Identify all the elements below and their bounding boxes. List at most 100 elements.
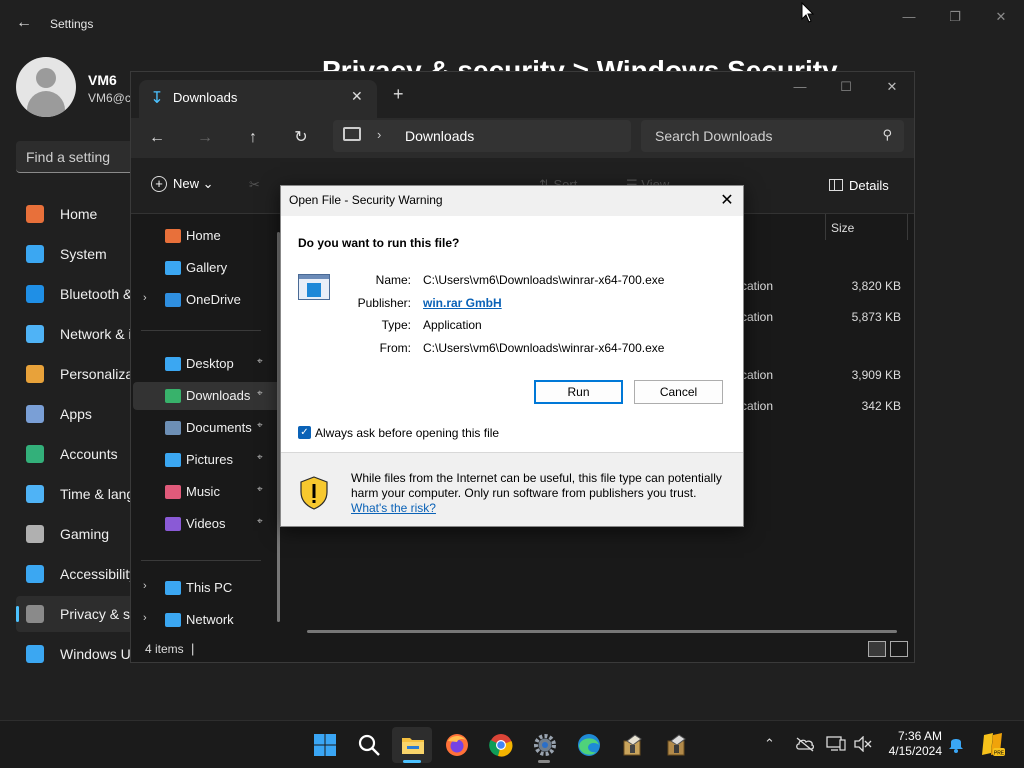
avatar[interactable] [16,57,76,117]
pc-icon [165,581,181,595]
winrar-button[interactable] [612,727,652,763]
up-arrow-icon[interactable]: ↑ [240,126,266,150]
nav-item[interactable]: › Network [133,606,281,634]
nav-item[interactable]: Videos ⌖ [133,510,281,538]
forward-arrow-icon[interactable]: → [192,126,218,150]
tab-downloads[interactable]: ↧ Downloads ✕ [139,80,377,118]
sidebar-item[interactable]: Home [16,196,136,232]
publisher-link[interactable]: win.rar GmbH [423,296,502,310]
start-button[interactable] [304,727,344,763]
pin-icon: ⌖ [257,516,263,527]
file-size-cell: 5,873 KB [851,310,901,324]
horizontal-scrollbar[interactable] [307,630,897,633]
new-button[interactable]: + New ⌄ [151,176,214,192]
sidebar-item[interactable]: Network & internet [16,316,175,352]
volume-muted-icon[interactable] [854,736,872,752]
nav-item[interactable]: Gallery [133,254,281,282]
status-separator: | [191,641,195,656]
sidebar-item[interactable]: Privacy & security [16,596,171,632]
nav-item-label: Videos [186,516,226,531]
chrome-icon [489,734,513,757]
column-header-size[interactable]: Size [831,221,854,235]
nav-item[interactable]: Music ⌖ [133,478,281,506]
nav-item[interactable]: Downloads ⌖ [133,382,281,410]
maximize-icon[interactable]: ❐ [932,8,978,26]
brush-icon [26,365,44,383]
chevron-up-icon[interactable]: ⌃ [764,736,775,752]
file-explorer-button[interactable] [392,727,432,763]
back-arrow-icon[interactable]: ← [144,126,170,150]
file-type-cell: cation [741,310,774,324]
sidebar-item[interactable]: Bluetooth & devices [16,276,184,312]
new-tab-icon[interactable]: + [393,84,404,105]
close-tab-icon[interactable]: ✕ [351,88,363,105]
details-view-icon[interactable] [868,641,886,657]
expand-chevron-icon[interactable]: › [143,612,147,624]
chevron-right-icon[interactable]: › [377,127,381,142]
nav-item[interactable]: Home [133,222,281,250]
file-size-cell: 3,909 KB [851,368,901,382]
wifi-icon [26,325,44,343]
videos-icon [165,517,181,531]
sidebar-item-label: Accessibility [60,566,137,582]
find-setting-input[interactable]: Find a setting [16,141,136,173]
desktop-icon [165,357,181,371]
sidebar-item[interactable]: Accounts [16,436,136,472]
winrar-installer-button[interactable] [656,727,696,763]
whats-the-risk-link[interactable]: What's the risk? [351,501,436,515]
always-ask-label[interactable]: Always ask before opening this file [315,426,499,440]
settings-button[interactable] [524,727,564,763]
run-button[interactable]: Run [534,380,623,404]
always-ask-checkbox[interactable]: ✓ [298,426,311,439]
nav-item[interactable]: Documents ⌖ [133,414,281,442]
settings-icon [534,734,556,756]
cut-icon[interactable]: ✂ [249,177,260,193]
sidebar-item[interactable]: Apps [16,396,136,432]
sidebar-item[interactable]: Personalization [16,356,156,392]
sidebar-item[interactable]: Windows Update [16,636,166,672]
nav-item[interactable]: Desktop ⌖ [133,350,281,378]
maximize-icon[interactable]: ☐ [823,78,869,96]
minimize-icon[interactable]: — [886,8,932,26]
close-icon[interactable]: ✕ [869,78,915,96]
sidebar-item[interactable]: System [16,236,136,272]
pictures-icon [165,453,181,467]
mouse-pointer-icon [801,2,815,23]
network-icon[interactable] [826,736,846,752]
nav-item[interactable]: Pictures ⌖ [133,446,281,474]
expand-chevron-icon[interactable]: › [143,292,147,304]
copilot-preview-icon[interactable]: PRE [980,731,1006,759]
winrar-installer-icon [667,734,686,756]
back-arrow-icon[interactable]: ← [14,13,34,33]
minimize-icon[interactable]: — [777,78,823,96]
home-icon [165,229,181,243]
clock[interactable]: 7:36 AM 4/15/2024 [884,729,942,759]
edge-button[interactable] [568,727,608,763]
sidebar-item[interactable]: Time & language [16,476,165,512]
nav-item-label: OneDrive [186,292,241,307]
breadcrumb-downloads[interactable]: Downloads [405,128,474,144]
search-input[interactable]: Search Downloads ⚲ [641,120,904,152]
onedrive-offline-icon[interactable] [795,736,815,752]
clock-icon [26,485,44,503]
firefox-button[interactable] [436,727,476,763]
notification-bell-icon[interactable] [948,735,964,753]
pin-icon: ⌖ [257,484,263,495]
chrome-button[interactable] [480,727,520,763]
search-button[interactable] [348,727,388,763]
refresh-icon[interactable]: ↻ [288,126,314,150]
nav-item[interactable]: › OneDrive [133,286,281,314]
item-count: 4 items [145,642,184,656]
details-button[interactable]: Details [829,178,889,193]
expand-chevron-icon[interactable]: › [143,580,147,592]
nav-item[interactable]: › This PC [133,574,281,602]
close-icon[interactable]: ✕ [978,8,1024,26]
tiles-view-icon[interactable] [890,641,908,657]
breadcrumb[interactable]: › Downloads [333,120,631,152]
column-divider[interactable] [825,214,826,240]
sidebar-item[interactable]: Accessibility [16,556,136,592]
cancel-button[interactable]: Cancel [634,380,723,404]
sidebar-item[interactable]: Gaming [16,516,136,552]
close-icon[interactable]: ✕ [717,190,737,210]
column-divider[interactable] [907,214,908,240]
